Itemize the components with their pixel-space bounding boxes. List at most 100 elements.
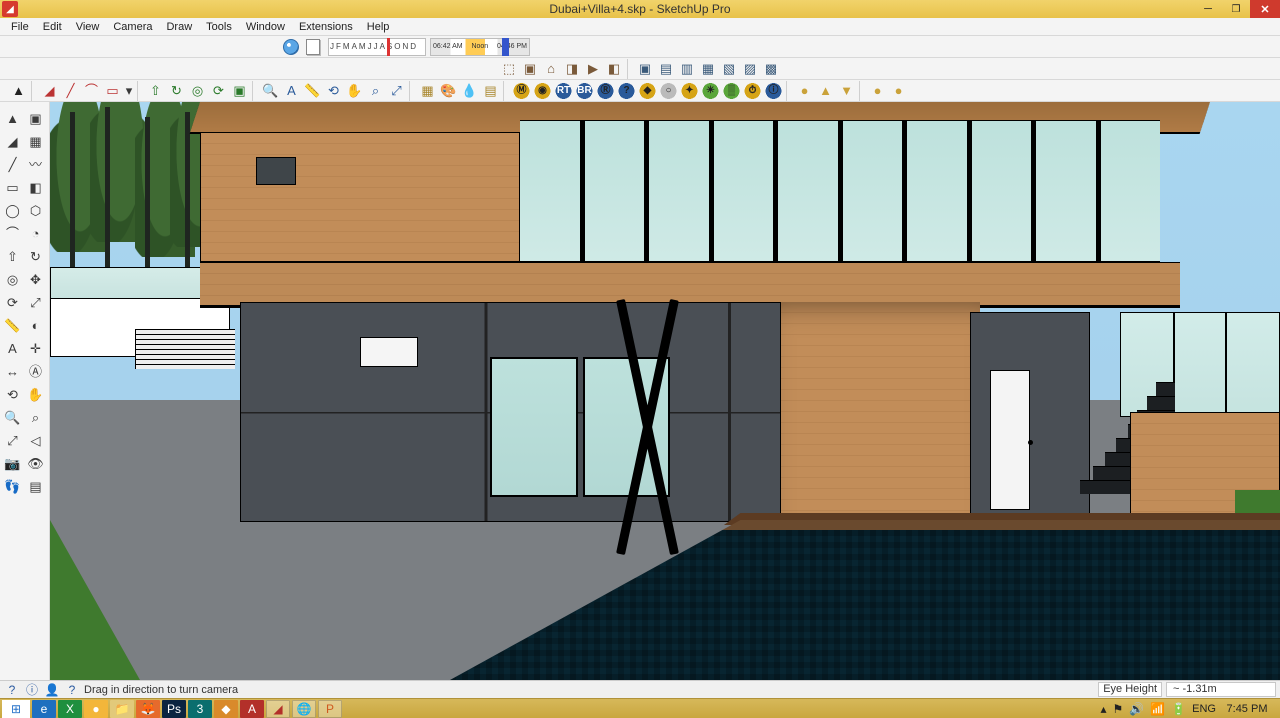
nav-tool-2[interactable]: 📏 [302,81,323,101]
menu-draw[interactable]: Draw [159,18,199,35]
draw-tool-1[interactable]: ╱ [60,81,81,101]
viewport-3d[interactable] [50,102,1280,680]
component-tool[interactable]: ▣ [25,108,46,129]
shapes-dropdown[interactable]: ▾ [123,81,135,101]
vcr-value-box[interactable]: ~ -1.31m [1166,682,1276,697]
vray-tool-7[interactable]: ○ [658,81,679,101]
date-slider[interactable]: J F M A M J J A S O N D [328,38,426,56]
sun-tool-0[interactable]: ● [794,81,815,101]
row3-tool-1[interactable]: ▣ [520,59,541,79]
row3-tool-2[interactable]: ⌂ [541,59,562,79]
look-around-tool[interactable]: 👁 [25,453,46,474]
taskbar-firefox-icon[interactable]: 🦊 [136,700,160,718]
tray-flag-icon[interactable]: ⚑ [1113,702,1124,716]
freehand-tool[interactable]: 〰 [25,154,46,175]
rectangle-tool[interactable]: ▭ [2,177,23,198]
edit-tool-2[interactable]: ◎ [187,81,208,101]
shadow-settings-button[interactable] [302,37,324,57]
nav-tool-4[interactable]: ✋ [344,81,365,101]
help-icon[interactable]: ? [4,682,20,698]
menu-edit[interactable]: Edit [36,18,69,35]
shadow-toggle-button[interactable] [280,37,302,57]
menu-view[interactable]: View [69,18,107,35]
row3-tool-10[interactable]: ▧ [719,59,740,79]
vray-tool-2[interactable]: RT [553,81,574,101]
edit-tool-0[interactable]: ⇧ [145,81,166,101]
row3-tool-7[interactable]: ▤ [656,59,677,79]
vray-tool-4[interactable]: Ⓡ [595,81,616,101]
taskbar-app-icon[interactable]: ● [84,700,108,718]
taskbar-photoshop-icon[interactable]: Ps [162,700,186,718]
vray-tool-12[interactable]: ⓘ [763,81,784,101]
sun-tool-1[interactable]: ▲ [815,81,836,101]
edit-tool-4[interactable]: ▣ [229,81,250,101]
3dtext-tool[interactable]: Ⓐ [25,361,46,382]
nav-tool-3[interactable]: ⟲ [323,81,344,101]
taskbar-excel-icon[interactable]: X [58,700,82,718]
taskbar-chrome-icon[interactable]: 🌐 [292,700,316,718]
scale-tool[interactable]: ⤢ [25,292,46,313]
rotated-rect-tool[interactable]: ◧ [25,177,46,198]
maximize-button[interactable] [1222,0,1250,18]
section-tool[interactable]: ▤ [25,476,46,497]
taskbar-autocad-icon[interactable]: A [240,700,264,718]
orbit-tool[interactable]: ⟲ [2,384,23,405]
nav-tool-0[interactable]: 🔍 [260,81,281,101]
select-tool[interactable]: ▲ [2,108,23,129]
taskbar-app2-icon[interactable]: ◆ [214,700,238,718]
tray-up-icon[interactable]: ▴ [1101,702,1107,716]
walk-tool[interactable]: 👣 [2,476,23,497]
pie-tool[interactable]: ◔ [25,223,46,244]
vray-tool-0[interactable]: Ⓜ [511,81,532,101]
protractor-tool[interactable]: ◐ [25,315,46,336]
previous-tool[interactable]: ◁ [25,430,46,451]
pushpull-tool[interactable]: ⇧ [2,246,23,267]
tray-speaker-icon[interactable]: 🔊 [1129,702,1144,716]
followme-tool[interactable]: ↻ [25,246,46,267]
info-icon[interactable]: ⓘ [24,682,40,698]
dimension-tool[interactable]: ↔ [2,361,23,382]
nav-tool-5[interactable]: ⌕ [365,81,386,101]
time-slider[interactable]: 06:42 AM Noon 04:46 PM [430,38,530,56]
row3-tool-5[interactable]: ◧ [604,59,625,79]
rotate-tool[interactable]: ⟳ [2,292,23,313]
taskbar-powerpoint-icon[interactable]: P [318,700,342,718]
paint-tool-2[interactable]: 💧 [459,81,480,101]
menu-camera[interactable]: Camera [106,18,159,35]
draw-tool-3[interactable]: ▭ [102,81,123,101]
vray-tool-11[interactable]: ⏱ [742,81,763,101]
polygon-tool[interactable]: ⬡ [25,200,46,221]
vray-tool-5[interactable]: ? [616,81,637,101]
vray-tool-3[interactable]: BR [574,81,595,101]
row3-tool-8[interactable]: ▥ [677,59,698,79]
select-tool[interactable]: ▲ [8,81,29,101]
text-tool[interactable]: A [2,338,23,359]
start-button[interactable]: ⊞ [2,700,30,718]
user-icon[interactable]: 👤 [44,682,60,698]
nav-tool-1[interactable]: A [281,81,302,101]
row3-tool-4[interactable]: ▶ [583,59,604,79]
close-button[interactable] [1250,0,1280,18]
menu-extensions[interactable]: Extensions [292,18,360,35]
tray-clock[interactable]: 7:45 PM [1222,703,1272,715]
zoom-extents-tool[interactable]: ⤢ [386,81,407,101]
paint-tool-0[interactable]: ▦ [417,81,438,101]
vray-tool-8[interactable]: ✦ [679,81,700,101]
circle-tool[interactable]: ◯ [2,200,23,221]
row3-tool-9[interactable]: ▦ [698,59,719,79]
paint-tool-3[interactable]: ▤ [480,81,501,101]
draw-tool-0[interactable]: ◢ [39,81,60,101]
row3-tool-3[interactable]: ◨ [562,59,583,79]
paint-bucket-tool[interactable]: ▦ [25,131,46,152]
position-camera-tool[interactable]: 📷 [2,453,23,474]
vray-tool-10[interactable]: ▒ [721,81,742,101]
row3-tool-11[interactable]: ▨ [740,59,761,79]
move-tool[interactable]: ✥ [25,269,46,290]
vray-tool-6[interactable]: ◆ [637,81,658,101]
vray-tool-1[interactable]: ◉ [532,81,553,101]
edit-tool-3[interactable]: ⟳ [208,81,229,101]
taskbar-explorer-icon[interactable]: 📁 [110,700,134,718]
edit-tool-1[interactable]: ↻ [166,81,187,101]
taskbar-ie-icon[interactable]: e [32,700,56,718]
tray-battery-icon[interactable]: 🔋 [1171,702,1186,716]
